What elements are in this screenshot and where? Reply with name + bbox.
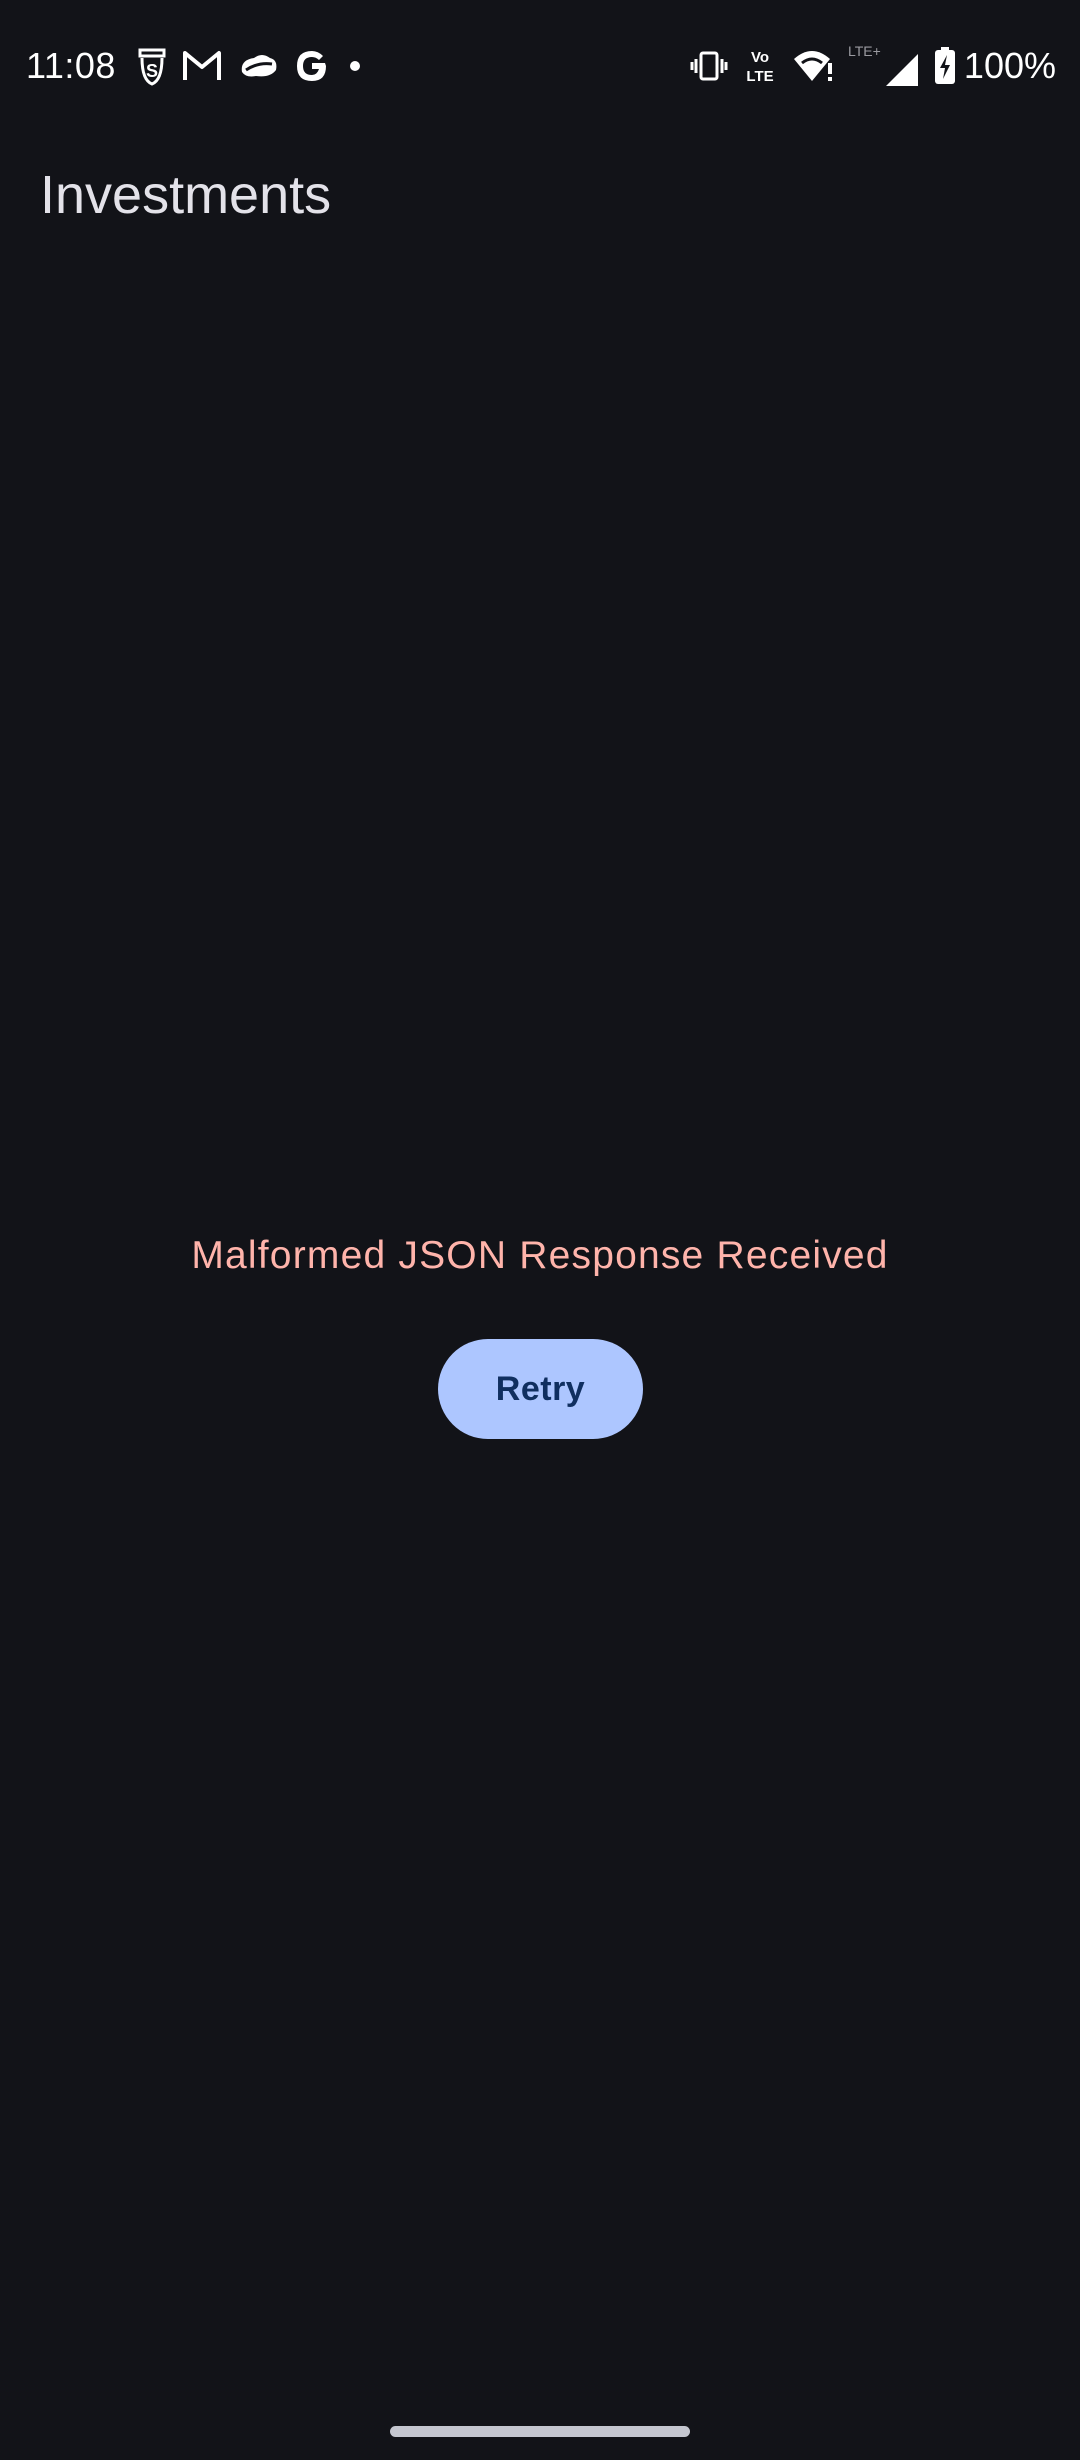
retry-button[interactable]: Retry (438, 1339, 643, 1439)
status-time: 11:08 (26, 45, 116, 86)
lte-signal-icon: LTE+ (848, 44, 920, 88)
error-container: Malformed JSON Response Received (0, 1226, 1080, 1286)
gesture-nav-handle[interactable] (390, 2426, 690, 2437)
more-dot-icon (344, 55, 366, 77)
battery-percent: 100% (963, 45, 1056, 86)
notification-icons: S (136, 44, 366, 88)
app-bar: Investments (0, 132, 1080, 260)
status-bar: 11:08 S Vo LTE LTE+ 100% (0, 0, 1080, 132)
vibrate-icon (690, 51, 728, 81)
google-icon (294, 48, 330, 84)
s-shield-icon: S (136, 46, 168, 86)
svg-text:S: S (146, 61, 158, 81)
system-icons: Vo LTE LTE+ 100% (690, 44, 1056, 88)
battery-charging-icon (934, 47, 956, 85)
gmail-icon (182, 49, 222, 83)
svg-text:LTE+: LTE+ (848, 44, 881, 59)
error-message: Malformed JSON Response Received (191, 1234, 889, 1277)
retry-button-label: Retry (495, 1369, 586, 1408)
volte-icon: Vo LTE (742, 47, 778, 85)
page-title: Investments (40, 165, 332, 225)
svg-text:Vo: Vo (751, 49, 769, 66)
cloud-bird-icon (236, 50, 280, 82)
svg-text:LTE: LTE (746, 68, 773, 85)
wifi-icon (792, 49, 834, 83)
